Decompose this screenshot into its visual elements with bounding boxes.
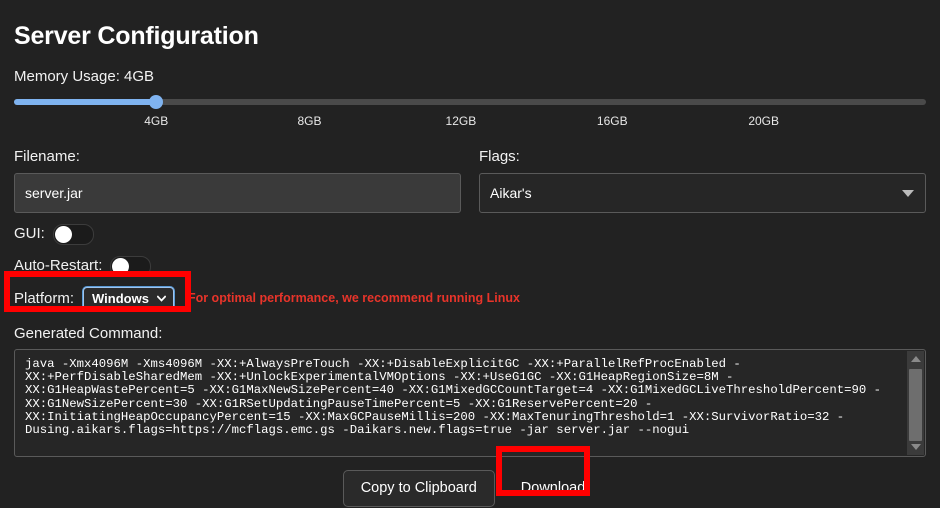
arrow-up-icon (910, 356, 921, 362)
flags-group: Flags: Aikar's (479, 148, 926, 213)
action-buttons: Copy to Clipboard Download (14, 470, 926, 507)
server-configuration-page: Server Configuration Memory Usage: 4GB 4… (0, 0, 940, 508)
triangle-down-icon (902, 190, 914, 197)
platform-warning-text: For optimal performance, we recommend ru… (187, 291, 520, 305)
filename-label: Filename: (14, 148, 80, 165)
slider-tick-16gb: 16GB (596, 114, 628, 128)
arrow-down-icon (910, 444, 921, 450)
gui-toggle-knob (54, 225, 72, 243)
slider-tick-20gb: 20GB (748, 114, 779, 128)
generated-command-label: Generated Command: (14, 325, 163, 342)
flags-select[interactable]: Aikar's (479, 173, 926, 213)
auto-restart-label: Auto-Restart: (14, 257, 103, 274)
generated-command-scrollbar[interactable] (907, 351, 924, 455)
copy-to-clipboard-button[interactable]: Copy to Clipboard (342, 470, 495, 507)
platform-selected-value: Windows (92, 290, 149, 306)
memory-usage-label: Memory Usage: 4GB (14, 68, 155, 85)
slider-tick-12gb: 12GB (445, 114, 477, 128)
slider-fill (14, 99, 157, 105)
auto-restart-toggle-knob (112, 257, 130, 275)
memory-slider[interactable] (14, 95, 926, 109)
scroll-down-button[interactable] (907, 439, 924, 455)
gui-label: GUI: (14, 225, 45, 242)
slider-thumb[interactable] (149, 95, 164, 109)
generated-command-box[interactable]: java -Xmx4096M -Xms4096M -XX:+AlwaysPreT… (14, 349, 926, 457)
platform-label: Platform: (14, 289, 75, 307)
gui-row: GUI: (14, 223, 926, 245)
slider-tick-4gb: 4GB (144, 114, 169, 128)
slider-tick-8gb: 8GB (297, 114, 322, 128)
auto-restart-toggle[interactable] (110, 255, 152, 277)
flags-label: Flags: (479, 148, 520, 165)
filename-group: Filename: (14, 148, 461, 213)
page-title: Server Configuration (14, 22, 259, 50)
download-button[interactable]: Download (508, 470, 598, 507)
memory-slider-ticks: 4GB 8GB 12GB 16GB 20GB (14, 114, 926, 132)
platform-row: Platform: Windows For optimal performanc… (14, 285, 926, 311)
gui-toggle[interactable] (52, 223, 94, 245)
scroll-up-button[interactable] (907, 351, 924, 367)
platform-select[interactable]: Windows (83, 286, 174, 310)
flags-selected-value: Aikar's (490, 185, 532, 201)
auto-restart-row: Auto-Restart: (14, 255, 926, 277)
scrollbar-thumb[interactable] (909, 369, 922, 441)
chevron-down-icon (156, 295, 166, 302)
generated-command-text[interactable]: java -Xmx4096M -Xms4096M -XX:+AlwaysPreT… (15, 350, 925, 456)
filename-flags-row: Filename: Flags: Aikar's (14, 148, 926, 213)
filename-input[interactable] (14, 173, 461, 213)
